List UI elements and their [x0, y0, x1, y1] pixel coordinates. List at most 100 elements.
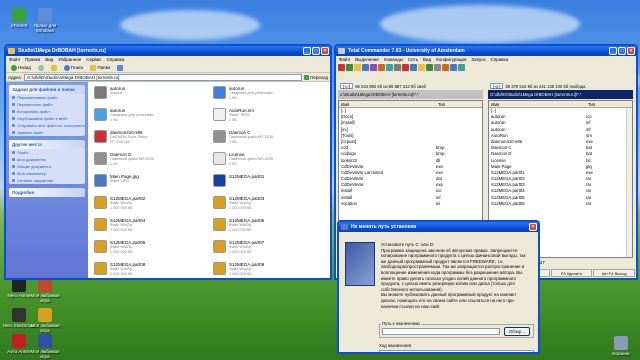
tc-left-drive-select[interactable]: [-c-]	[340, 83, 354, 89]
tc-fkey-button[interactable]: F8 Удалить	[550, 269, 593, 277]
menu-item[interactable]: Правка	[25, 56, 40, 63]
go-button[interactable]: Переход	[304, 74, 328, 80]
tc-toolbar-icon[interactable]	[362, 64, 369, 71]
tc-right-col-name[interactable]: Имя	[491, 101, 586, 107]
tc-menu-item[interactable]: Файл	[339, 56, 350, 63]
place-link[interactable]: Общие документы	[9, 163, 85, 170]
tc-toolbar-icon[interactable]	[386, 64, 393, 71]
forward-button[interactable]	[36, 64, 46, 72]
tc-menu-item[interactable]: Конфигурация	[436, 56, 466, 63]
other-places-header[interactable]: Другие места	[9, 140, 85, 149]
browse-button[interactable]: Обзор...	[504, 327, 530, 336]
tc-toolbar-icon[interactable]	[410, 64, 417, 71]
tc-toolbar-icon[interactable]	[346, 64, 353, 71]
tc-right-scrollbar[interactable]	[626, 108, 632, 257]
tc-fkey-button[interactable]: Alt+F4 Выход	[593, 269, 636, 277]
place-link[interactable]: Сетевое окружение	[9, 177, 85, 184]
tc-menu-item[interactable]: Вид	[423, 56, 431, 63]
task-link[interactable]: Удалить файл	[9, 129, 85, 136]
setup-dialog[interactable]: Не менять путь установки × Установите пу…	[337, 220, 540, 354]
desktop-icon[interactable]: Корзина	[604, 336, 638, 356]
file-item[interactable]: autorun Сведения для установки 1 КБ	[213, 86, 324, 104]
tc-close-button[interactable]: ×	[627, 47, 635, 55]
file-item[interactable]: AutoRun.srn Файл "SRN" 1 КБ	[213, 108, 324, 126]
menu-item[interactable]: Справка	[107, 56, 125, 63]
menu-item[interactable]: Вид	[45, 56, 53, 63]
tc-toolbar-icon[interactable]	[418, 64, 425, 71]
tc-menu-item[interactable]: Справка	[490, 56, 508, 63]
file-item[interactable]: S12MEGA.part07 Файл WinZip 1 000 000 КБ	[213, 240, 324, 258]
tc-titlebar[interactable]: Total Commander 7.03 - University of Ams…	[336, 46, 636, 56]
file-item[interactable]: S12MEGA.part03 Файл WinZip 1 000 000 КБ	[213, 196, 324, 214]
file-item[interactable]: S12MEGA.part04 Файл WinZip 1 000 000 КБ	[94, 218, 205, 236]
explorer-titlebar[interactable]: Studio\1Mega DrBOBAH [torrents.ru] _ □ ×	[6, 46, 330, 56]
place-link[interactable]: Мой компьютер	[9, 170, 85, 177]
desktop-icon[interactable]: Моя любимая игра	[28, 308, 62, 333]
menu-item[interactable]: Избранное	[58, 56, 81, 63]
tc-toolbar-icon[interactable]	[338, 64, 345, 71]
address-input[interactable]: G:\dlvl\D\Studio\1Mega DrBOBAH [torrents…	[24, 73, 303, 81]
desktop-icon[interactable]: Моя любимая игра	[28, 334, 62, 359]
tc-toolbar-icon[interactable]	[402, 64, 409, 71]
tc-right-col-ext[interactable]: Тип	[588, 101, 595, 107]
tc-toolbar-icon[interactable]	[450, 64, 457, 71]
file-item[interactable]: autorun Сведения для установки 1 КБ	[94, 108, 205, 126]
file-tasks-header[interactable]: Задачи для файлов и папок	[9, 85, 85, 94]
search-button[interactable]: Поиск	[62, 64, 85, 72]
views-button[interactable]	[115, 64, 125, 72]
tc-toolbar-icon[interactable]	[370, 64, 377, 71]
setup-close-button[interactable]: ×	[529, 223, 537, 231]
tc-right-drive-select[interactable]: [-g-]	[490, 83, 504, 89]
tc-left-col-name[interactable]: Имя	[341, 101, 436, 107]
tc-right-path[interactable]: G:\dlvl\D\Studio\1Mega DrBOBAH [torrents…	[488, 90, 633, 99]
file-item[interactable]: autorun Значок	[94, 86, 205, 104]
file-item[interactable]: daemon410-x86 DAEMON Tools Setup DT Soft L…	[94, 130, 205, 148]
tc-menu-item[interactable]: Выделение	[355, 56, 379, 63]
file-item[interactable]: S12MEGA.part09 Файл WinZip 1 000 000 КБ	[213, 262, 324, 278]
menu-item[interactable]: Сервис	[86, 56, 101, 63]
task-link[interactable]: Копировать файл	[9, 108, 85, 115]
close-button[interactable]: ×	[321, 47, 329, 55]
task-link[interactable]: Отправить этот файл по электронной почте	[9, 122, 85, 129]
tc-menu-item[interactable]: Команды	[384, 56, 403, 63]
task-link[interactable]: Опубликовать файл в вебе	[9, 115, 85, 122]
task-link[interactable]: Переместить файл	[9, 101, 85, 108]
tc-file-row[interactable]: vocation ini	[339, 201, 482, 207]
file-item[interactable]: License Пакетный файл MS-DOS 1 КБ	[213, 152, 324, 170]
tc-menu-item[interactable]: Сеть	[408, 56, 418, 63]
folders-button[interactable]: Папки	[88, 64, 112, 72]
tc-toolbar-icon[interactable]	[458, 64, 465, 71]
tc-minimize-button[interactable]: _	[609, 47, 617, 55]
back-button[interactable]: Назад	[9, 64, 33, 72]
tc-maximize-button[interactable]: □	[618, 47, 626, 55]
file-item[interactable]: Main Page.jpg Файл "JPG"	[94, 174, 205, 192]
file-item[interactable]: S12MEGA.part01	[213, 174, 324, 192]
tc-toolbar-icon[interactable]	[378, 64, 385, 71]
file-item[interactable]: S12MEGA.part02 Файл WinZip 1 000 000 КБ	[94, 196, 205, 214]
tc-toolbar-icon[interactable]	[354, 64, 361, 71]
desktop-icon[interactable]: Моя любимая игра	[28, 278, 62, 303]
menu-item[interactable]: Файл	[9, 56, 20, 63]
destination-path-input[interactable]	[382, 328, 500, 335]
file-item[interactable]: Daemon C Пакетный файл MS-DOS 1 КБ	[213, 130, 324, 148]
tc-menu-item[interactable]: Запуск	[471, 56, 485, 63]
tc-left-col-ext[interactable]: Тип	[438, 101, 445, 107]
place-link[interactable]: Studio	[9, 149, 85, 156]
desktop-icon[interactable]: Ярлык для Windows	[28, 8, 62, 33]
minimize-button[interactable]: _	[303, 47, 311, 55]
tc-toolbar-icon[interactable]	[394, 64, 401, 71]
place-link[interactable]: Мои документы	[9, 156, 85, 163]
task-link[interactable]: Переименовать файл	[9, 94, 85, 101]
details-header[interactable]: Подробно	[9, 188, 85, 197]
tc-toolbar-icon[interactable]	[426, 64, 433, 71]
tc-file-row[interactable]: S12MEGA.part06 rar	[489, 201, 632, 207]
tc-toolbar-icon[interactable]	[434, 64, 441, 71]
tc-left-path[interactable]: c:\Studio\1Mega DrBOBAH [torrents.ru]\*.…	[338, 90, 483, 99]
file-item[interactable]: Daemon D Пакетный файл MS-DOS 1 КБ	[94, 152, 205, 170]
file-item[interactable]: S12MEGA.part06 Файл WinZip 1 000 000 КБ	[94, 240, 205, 258]
setup-titlebar[interactable]: Не менять путь установки ×	[339, 222, 538, 232]
tc-toolbar-icon[interactable]	[442, 64, 449, 71]
up-folder-button[interactable]	[49, 64, 59, 72]
file-item[interactable]: S12MEGA.part05 Файл WinZip 1 000 000 КБ	[213, 218, 324, 236]
file-item[interactable]: S12MEGA.part08 Файл WinZip 1 000 000 КБ	[94, 262, 205, 278]
